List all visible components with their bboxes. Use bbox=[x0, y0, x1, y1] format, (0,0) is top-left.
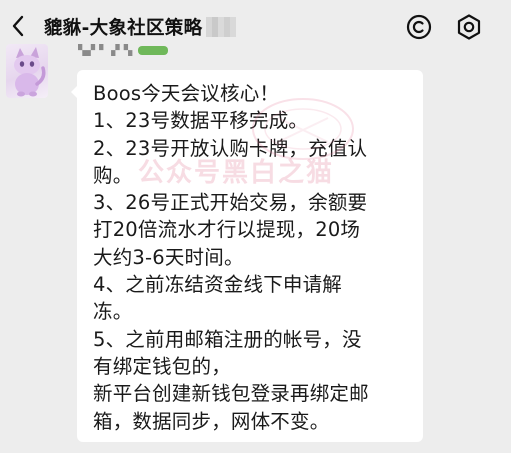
message-line: 3、26号正式开始交易，余额要 bbox=[93, 191, 368, 215]
sender-name-blurred: ▚▞▝ ▗▘▚ bbox=[78, 44, 133, 56]
header-action-button-1[interactable] bbox=[402, 10, 436, 44]
message-line: 2、23号开放认购卡牌，充值认 bbox=[93, 136, 368, 160]
message-line: 5、之前用邮箱注册的帐号，没 bbox=[93, 327, 362, 351]
sender-avatar[interactable] bbox=[6, 44, 48, 98]
pink-cat-avatar-icon bbox=[14, 47, 46, 97]
settings-ring-icon bbox=[457, 14, 481, 40]
message-line: 新平台创建新钱包登录再绑定邮 bbox=[93, 382, 369, 406]
message-line: 大约3-6天时间。 bbox=[93, 245, 244, 269]
message-bubble[interactable]: Boos今天会议核心！ 1、23号数据平移完成。 2、23号开放认购卡牌，充值认… bbox=[71, 70, 423, 442]
message-line: 有绑定钱包的， bbox=[93, 354, 231, 378]
chat-title: 貔貅-大象社区策略 bbox=[44, 18, 203, 39]
back-button[interactable] bbox=[6, 11, 30, 41]
circle-c-icon bbox=[406, 14, 432, 40]
message-line: 购。 bbox=[93, 163, 133, 187]
chat-header: 貔貅-大象社区策略 bbox=[0, 0, 511, 54]
message-line: 1、23号数据平移完成。 bbox=[93, 109, 309, 133]
sender-name-row: ▚▞▝ ▗▘▚ bbox=[78, 44, 169, 56]
blurred-title-suffix bbox=[206, 17, 237, 37]
message-line: 箱，数据同步，网体不变。 bbox=[93, 409, 330, 433]
header-action-button-2[interactable] bbox=[452, 10, 486, 44]
chat-screen: 貔貅-大象社区策略 ▚▞▝ ▗▘▚ Boos今天会议核心！ 1、23号数据平移完… bbox=[0, 0, 511, 453]
sender-badge bbox=[138, 45, 169, 55]
message-line: 4、之前冻结资金线下申请解 bbox=[93, 273, 343, 297]
message-line: 冻。 bbox=[93, 300, 133, 324]
message-line: 打20倍流水才行以提现，20场 bbox=[93, 218, 361, 242]
message-line: Boos今天会议核心！ bbox=[93, 82, 280, 105]
chevron-left-icon bbox=[12, 15, 24, 37]
